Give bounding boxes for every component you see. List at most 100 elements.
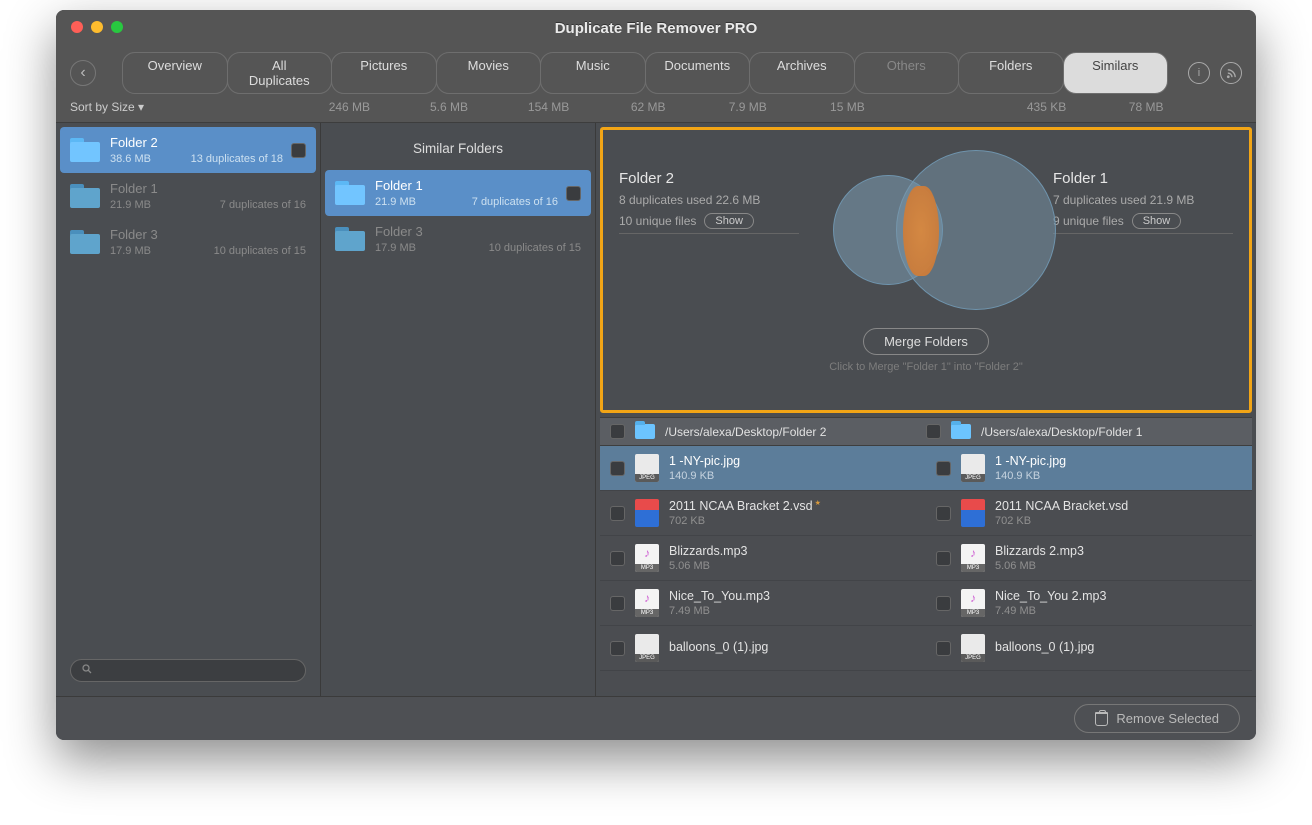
tab-pictures[interactable]: Pictures [331,52,437,94]
zoom-icon[interactable] [111,21,123,33]
folder-item[interactable]: Folder 317.9 MB10 duplicates of 15 [60,219,316,265]
venn-diagram [811,140,1041,320]
file-checkbox-right[interactable] [936,461,951,476]
folder-size: 38.6 MB [110,153,151,165]
minimize-icon[interactable] [91,21,103,33]
remove-selected-button[interactable]: Remove Selected [1074,704,1240,733]
similar-folders-column: Similar Folders Folder 121.9 MB7 duplica… [321,123,596,696]
folder-dup: 7 duplicates of 16 [472,196,558,208]
tab-movies[interactable]: Movies [436,52,542,94]
folder-dup: 10 duplicates of 15 [489,242,581,254]
file-checkbox-left[interactable] [610,551,625,566]
file-size: 7.49 MB [995,605,1106,617]
folder-icon [70,230,100,254]
folder-name: Folder 1 [375,178,558,193]
folder-name: Folder 3 [375,224,581,239]
venn-left-info: Folder 2 8 duplicates used 22.6 MB 10 un… [619,140,799,234]
show-right-button[interactable]: Show [1132,213,1182,229]
file-checkbox-right[interactable] [936,596,951,611]
file-checkbox-left[interactable] [610,641,625,656]
folder-dup: 10 duplicates of 15 [214,245,306,257]
venn-comparison-panel: Folder 2 8 duplicates used 22.6 MB 10 un… [600,127,1252,413]
footer: Remove Selected [56,696,1256,740]
tab-all-duplicates[interactable]: All Duplicates [227,52,333,94]
category-tabs: OverviewAll DuplicatesPicturesMoviesMusi… [122,52,1168,94]
file-row[interactable]: JPEG1 -NY-pic.jpg140.9 KBJPEG1 -NY-pic.j… [600,446,1252,491]
trash-icon [1095,712,1108,726]
merge-folders-button[interactable]: Merge Folders [863,328,989,355]
folder-item[interactable]: Folder 3 17.9 MB 10 duplicates of 15 [325,216,591,262]
file-checkbox-right[interactable] [936,641,951,656]
tab-documents[interactable]: Documents [645,52,751,94]
file-type-icon: JPEG [961,634,985,662]
close-icon[interactable] [71,21,83,33]
folder-icon [335,227,365,251]
show-left-button[interactable]: Show [704,213,754,229]
file-name: 2011 NCAA Bracket 2.vsd★ [669,499,821,513]
folder-icon [335,181,365,205]
file-checkbox-right[interactable] [936,551,951,566]
file-name: Nice_To_You 2.mp3 [995,589,1106,603]
info-icon[interactable]: i [1188,62,1210,84]
detail-column: Folder 2 8 duplicates used 22.6 MB 10 un… [596,123,1256,696]
folder-size: 17.9 MB [375,242,416,254]
path-right: /Users/alexa/Desktop/Folder 1 [981,425,1142,439]
select-all-right-checkbox[interactable] [926,424,941,439]
folder-item[interactable]: Folder 121.9 MB7 duplicates of 16 [60,173,316,219]
tab-folders[interactable]: Folders [958,52,1064,94]
venn-left-name: Folder 2 [619,170,799,187]
file-checkbox-left[interactable] [610,506,625,521]
file-name: balloons_0 (1).jpg [995,640,1094,654]
file-type-icon: JPEG [635,634,659,662]
tab-size: 246 MB [300,100,400,114]
rss-icon[interactable] [1220,62,1242,84]
file-checkbox-right[interactable] [936,506,951,521]
file-list: JPEG1 -NY-pic.jpg140.9 KBJPEG1 -NY-pic.j… [600,446,1252,692]
venn-right-stat: 7 duplicates used 21.9 MB [1053,193,1233,207]
search-input[interactable] [70,659,306,682]
file-type-icon: MP3 [635,544,659,572]
tab-overview[interactable]: Overview [122,52,228,94]
folder-item[interactable]: Folder 121.9 MB7 duplicates of 16 [325,170,591,216]
file-row[interactable]: JPEGballoons_0 (1).jpgJPEGballoons_0 (1)… [600,626,1252,671]
file-type-icon [961,499,985,527]
file-row[interactable]: MP3Blizzards.mp35.06 MBMP3Blizzards 2.mp… [600,536,1252,581]
file-size: 5.06 MB [995,560,1084,572]
path-left: /Users/alexa/Desktop/Folder 2 [665,425,826,439]
tab-size: 78 MB [1096,100,1196,114]
file-size: 140.9 KB [669,470,740,482]
file-name: Blizzards.mp3 [669,544,748,558]
file-size: 5.06 MB [669,560,748,572]
file-size: 140.9 KB [995,470,1066,482]
file-checkbox-left[interactable] [610,461,625,476]
folder-checkbox[interactable] [566,186,581,201]
venn-left-stat: 8 duplicates used 22.6 MB [619,193,799,207]
app-window: Duplicate File Remover PRO ‹ OverviewAll… [56,10,1256,740]
folder-checkbox[interactable] [291,143,306,158]
similar-folders-title: Similar Folders [325,127,591,170]
select-all-left-checkbox[interactable] [610,424,625,439]
file-checkbox-left[interactable] [610,596,625,611]
folder-name: Folder 3 [110,227,306,242]
file-comparison-panel: /Users/alexa/Desktop/Folder 2 /Users/ale… [600,417,1252,692]
window-title: Duplicate File Remover PRO [555,20,758,37]
file-size: 7.49 MB [669,605,770,617]
tab-size: 15 MB [798,100,898,114]
folder-item[interactable]: Folder 238.6 MB13 duplicates of 18 [60,127,316,173]
file-row[interactable]: 2011 NCAA Bracket 2.vsd★702 KB2011 NCAA … [600,491,1252,536]
file-type-icon: MP3 [961,544,985,572]
tab-music[interactable]: Music [540,52,646,94]
file-row[interactable]: MP3Nice_To_You.mp37.49 MBMP3Nice_To_You … [600,581,1252,626]
folder-dup: 7 duplicates of 16 [220,199,306,211]
back-button[interactable]: ‹ [70,60,96,86]
tab-archives[interactable]: Archives [749,52,855,94]
merge-hint: Click to Merge "Folder 1" into "Folder 2… [619,361,1233,373]
file-type-icon: MP3 [961,589,985,617]
folder-name: Folder 1 [110,181,306,196]
tab-similars[interactable]: Similars [1063,52,1169,94]
folder-name: Folder 2 [110,135,283,150]
content: Folder 238.6 MB13 duplicates of 18Folder… [56,123,1256,696]
sort-dropdown[interactable]: Sort by Size ▾ [70,100,150,114]
file-name: 1 -NY-pic.jpg [669,454,740,468]
tab-others[interactable]: Others [854,52,960,94]
